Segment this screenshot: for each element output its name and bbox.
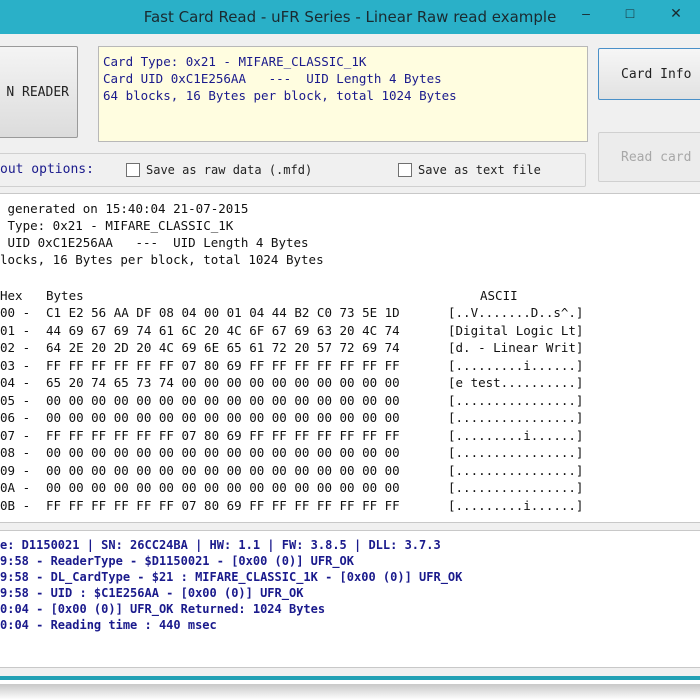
block-address: 0A - <box>0 480 31 495</box>
block-bytes: FF FF FF FF FF FF 07 80 69 FF FF FF FF F… <box>46 357 400 373</box>
block-bytes: 00 00 00 00 00 00 00 00 00 00 00 00 00 0… <box>46 392 400 408</box>
block-bytes: 65 20 74 65 73 74 00 00 00 00 00 00 00 0… <box>46 375 400 390</box>
log-line: 9:58 - DL_CardType - $21 : MIFARE_CLASSI… <box>0 570 463 584</box>
block-bytes: 44 69 67 69 74 61 6C 20 4C 6F 67 69 63 2… <box>46 322 400 338</box>
block-address: 05 - <box>0 392 31 408</box>
block-ascii: [.........i......] <box>448 427 584 443</box>
info-line: 64 blocks, 16 Bytes per block, total 102… <box>103 88 457 103</box>
block-bytes: 00 00 00 00 00 00 00 00 00 00 00 00 00 0… <box>46 480 400 495</box>
log-line: 0:04 - [0x00 (0)] UFR_OK Returned: 1024 … <box>0 602 326 616</box>
dump-intro-line: Type: 0x21 - MIFARE_CLASSIC_1K <box>0 218 234 233</box>
block-bytes: FF FF FF FF FF FF 07 80 69 FF FF FF FF F… <box>46 497 400 513</box>
block-address: 04 - <box>0 375 31 390</box>
save-text-checkbox[interactable]: Save as text file <box>398 162 541 178</box>
block-ascii: [................] <box>448 410 584 425</box>
dump-intro-line: generated on 15:40:04 21-07-2015 <box>0 201 249 216</box>
block-address: 01 - <box>0 322 31 338</box>
block-ascii: [e test..........] <box>448 375 584 390</box>
dump-intro-line: locks, 16 Bytes per block, total 1024 By… <box>0 252 324 267</box>
block-bytes: FF FF FF FF FF FF 07 80 69 FF FF FF FF F… <box>46 427 400 443</box>
log-line: e: D1150021 | SN: 26CC24BA | HW: 1.1 | F… <box>0 538 441 552</box>
save-raw-checkbox[interactable]: Save as raw data (.mfd) <box>126 162 312 178</box>
block-ascii: [Digital Logic Lt] <box>448 322 584 338</box>
block-ascii: [................] <box>448 445 584 460</box>
block-address: 07 - <box>0 427 31 443</box>
block-address: 00 - <box>0 305 31 320</box>
block-ascii: [................] <box>448 480 584 495</box>
save-text-label: Save as text file <box>418 163 541 177</box>
block-ascii: [.........i......] <box>448 497 584 513</box>
card-dump-area[interactable]: generated on 15:40:04 21-07-2015 Type: 0… <box>0 193 700 523</box>
app-window: Fast Card Read - uFR Series - Linear Raw… <box>0 0 700 680</box>
log-line: 9:58 - UID : $C1E256AA - [0x00 (0)] UFR_… <box>0 586 304 600</box>
block-ascii: [.........i......] <box>448 357 584 373</box>
hex-column-header: Hex <box>0 288 23 303</box>
checkbox-box[interactable] <box>398 163 412 177</box>
block-address: 08 - <box>0 445 31 460</box>
block-bytes: 00 00 00 00 00 00 00 00 00 00 00 00 00 0… <box>46 462 400 478</box>
close-button[interactable]: ✕ <box>652 0 700 26</box>
checkbox-box[interactable] <box>126 163 140 177</box>
block-address: 09 - <box>0 462 31 478</box>
log-line: 9:58 - ReaderType - $D1150021 - [0x00 (0… <box>0 554 355 568</box>
block-address: 06 - <box>0 410 31 425</box>
card-info-button[interactable]: Card Info <box>598 48 700 100</box>
window-shadow <box>0 684 700 700</box>
block-bytes: C1 E2 56 AA DF 08 04 00 01 04 44 B2 C0 7… <box>46 305 400 320</box>
read-card-button[interactable]: Read card <box>598 132 700 182</box>
block-ascii: [................] <box>448 462 584 478</box>
log-line: 0:04 - Reading time : 440 msec <box>0 618 217 632</box>
block-address: 02 - <box>0 340 31 355</box>
output-options-label: out options: <box>0 162 94 177</box>
block-ascii: [..V.......D..s^.] <box>448 305 584 320</box>
window-controls: – □ ✕ <box>564 0 700 30</box>
info-line: Card Type: 0x21 - MIFARE_CLASSIC_1K <box>103 54 367 69</box>
log-area[interactable]: e: D1150021 | SN: 26CC24BA | HW: 1.1 | F… <box>0 530 700 668</box>
maximize-button[interactable]: □ <box>608 0 652 26</box>
block-bytes: 00 00 00 00 00 00 00 00 00 00 00 00 00 0… <box>46 445 400 460</box>
dump-intro-line: UID 0xC1E256AA --- UID Length 4 Bytes <box>0 235 309 250</box>
block-bytes: 64 2E 20 2D 20 4C 69 6E 65 61 72 20 57 7… <box>46 340 400 355</box>
card-info-box: Card Type: 0x21 - MIFARE_CLASSIC_1K Card … <box>98 46 588 142</box>
block-address: 03 - <box>0 357 31 373</box>
block-ascii: [d. - Linear Writ] <box>448 340 584 355</box>
bytes-column-header: Bytes <box>46 288 84 303</box>
minimize-button[interactable]: – <box>564 0 608 26</box>
info-line: Card UID 0xC1E256AA --- UID Length 4 Byt… <box>103 71 442 86</box>
block-bytes: 00 00 00 00 00 00 00 00 00 00 00 00 00 0… <box>46 410 400 425</box>
block-ascii: [................] <box>448 392 584 408</box>
save-raw-label: Save as raw data (.mfd) <box>146 163 313 177</box>
open-reader-button[interactable]: N READER <box>0 46 78 138</box>
block-address: 0B - <box>0 497 31 513</box>
title-bar[interactable]: Fast Card Read - uFR Series - Linear Raw… <box>0 0 700 34</box>
ascii-column-header: ASCII <box>480 288 518 303</box>
